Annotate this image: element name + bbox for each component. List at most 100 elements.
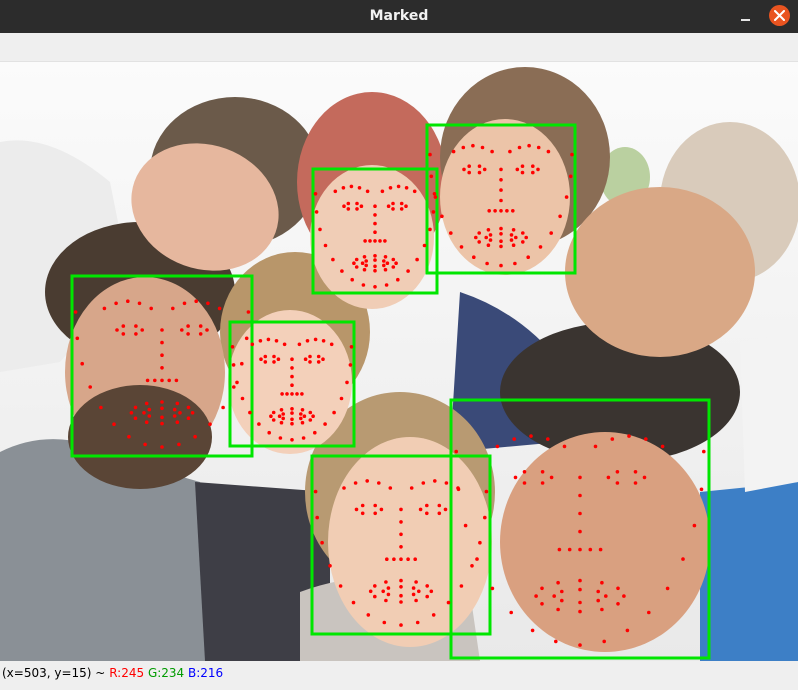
- landmark-point: [160, 328, 164, 332]
- close-icon[interactable]: [769, 5, 790, 26]
- landmark-point: [360, 261, 365, 265]
- landmark-point: [250, 342, 255, 347]
- landmark-point: [459, 584, 464, 588]
- landmark-point: [278, 436, 283, 440]
- landmark-point: [383, 255, 388, 259]
- landmark-point: [160, 406, 164, 411]
- landmark-point: [499, 239, 503, 243]
- landmark-point: [433, 195, 438, 199]
- landmark-point: [578, 643, 582, 647]
- landmark-point: [297, 342, 302, 347]
- landmark-point: [417, 589, 421, 594]
- landmark-point: [178, 411, 182, 415]
- landmark-point: [354, 257, 359, 262]
- minimize-icon[interactable]: [738, 8, 754, 24]
- landmark-point: [263, 354, 268, 359]
- landmark-point: [428, 227, 432, 232]
- landmark-point: [540, 602, 544, 606]
- landmark-point: [600, 580, 604, 585]
- landmark-point: [406, 557, 410, 561]
- landmark-point: [373, 264, 377, 269]
- landmark-point: [392, 557, 396, 561]
- landmark-point: [315, 515, 320, 520]
- landmark-point: [598, 547, 603, 552]
- landmark-point: [477, 164, 482, 168]
- landmark-point: [459, 245, 464, 249]
- landmark-point: [190, 411, 195, 415]
- landmark-point: [418, 507, 423, 512]
- landmark-point: [642, 475, 647, 480]
- landmark-point: [515, 167, 520, 172]
- landmark-point: [114, 301, 118, 306]
- landmark-point: [440, 214, 444, 219]
- image-canvas[interactable]: [0, 62, 798, 661]
- landmark-point: [484, 489, 489, 494]
- landmark-point: [198, 332, 203, 336]
- landmark-point: [180, 328, 184, 332]
- landmark-point: [244, 336, 249, 341]
- landmark-point: [422, 243, 427, 248]
- landmark-point: [437, 511, 442, 516]
- landmark-point: [404, 186, 409, 190]
- landmark-point: [451, 149, 456, 154]
- landmark-point: [373, 268, 377, 273]
- landmark-point: [513, 261, 517, 266]
- landmark-point: [536, 145, 541, 150]
- landmark-point: [300, 420, 305, 425]
- landmark-point: [323, 243, 328, 248]
- landmark-point: [354, 265, 359, 269]
- landmark-point: [399, 507, 403, 512]
- landmark-point: [282, 342, 287, 347]
- landmark-point: [172, 414, 177, 418]
- landmark-point: [415, 257, 419, 262]
- landmark-point: [477, 240, 482, 244]
- landmark-point: [463, 523, 468, 528]
- landmark-point: [394, 261, 398, 265]
- landmark-point: [446, 600, 451, 605]
- landmark-point: [248, 410, 252, 415]
- landmark-point: [316, 354, 321, 359]
- landmark-point: [467, 170, 472, 175]
- landmark-point: [383, 267, 388, 272]
- landmark-point: [267, 430, 272, 435]
- landmark-point: [171, 306, 175, 311]
- landmark-point: [230, 345, 235, 349]
- landmark-point: [290, 407, 294, 411]
- landmark-point: [499, 188, 503, 192]
- landmark-point: [342, 486, 346, 490]
- landmark-point: [382, 620, 387, 625]
- landmark-point: [546, 149, 551, 154]
- landmark-point: [530, 628, 535, 633]
- landmark-point: [509, 238, 514, 242]
- landmark-point: [554, 639, 558, 644]
- landmark-point: [406, 269, 410, 273]
- landmark-point: [121, 332, 126, 336]
- landmark-point: [332, 410, 336, 415]
- landmark-point: [564, 195, 569, 199]
- landmark-point: [604, 594, 608, 598]
- landmark-point: [647, 610, 651, 615]
- landmark-point: [444, 481, 449, 485]
- landmark-point: [112, 422, 116, 427]
- landmark-point: [384, 283, 389, 287]
- landmark-point: [556, 580, 560, 585]
- landmark-point: [429, 589, 434, 594]
- landmark-point: [493, 209, 497, 213]
- landmark-point: [665, 586, 670, 591]
- landmark-point: [147, 414, 152, 418]
- landmark-point: [622, 594, 626, 598]
- landmark-point: [366, 613, 371, 617]
- landmark-point: [373, 258, 377, 262]
- landmark-point: [352, 261, 356, 265]
- landmark-point: [274, 339, 279, 343]
- landmark-point: [484, 235, 489, 240]
- landmark-point: [301, 436, 306, 440]
- landmark-point: [311, 414, 315, 419]
- landmark-point: [348, 363, 353, 367]
- landmark-point: [399, 207, 404, 211]
- landmark-point: [221, 405, 225, 410]
- landmark-point: [272, 360, 276, 364]
- landmark-point: [499, 226, 503, 231]
- landmark-point: [160, 400, 164, 404]
- landmark-point: [290, 357, 294, 362]
